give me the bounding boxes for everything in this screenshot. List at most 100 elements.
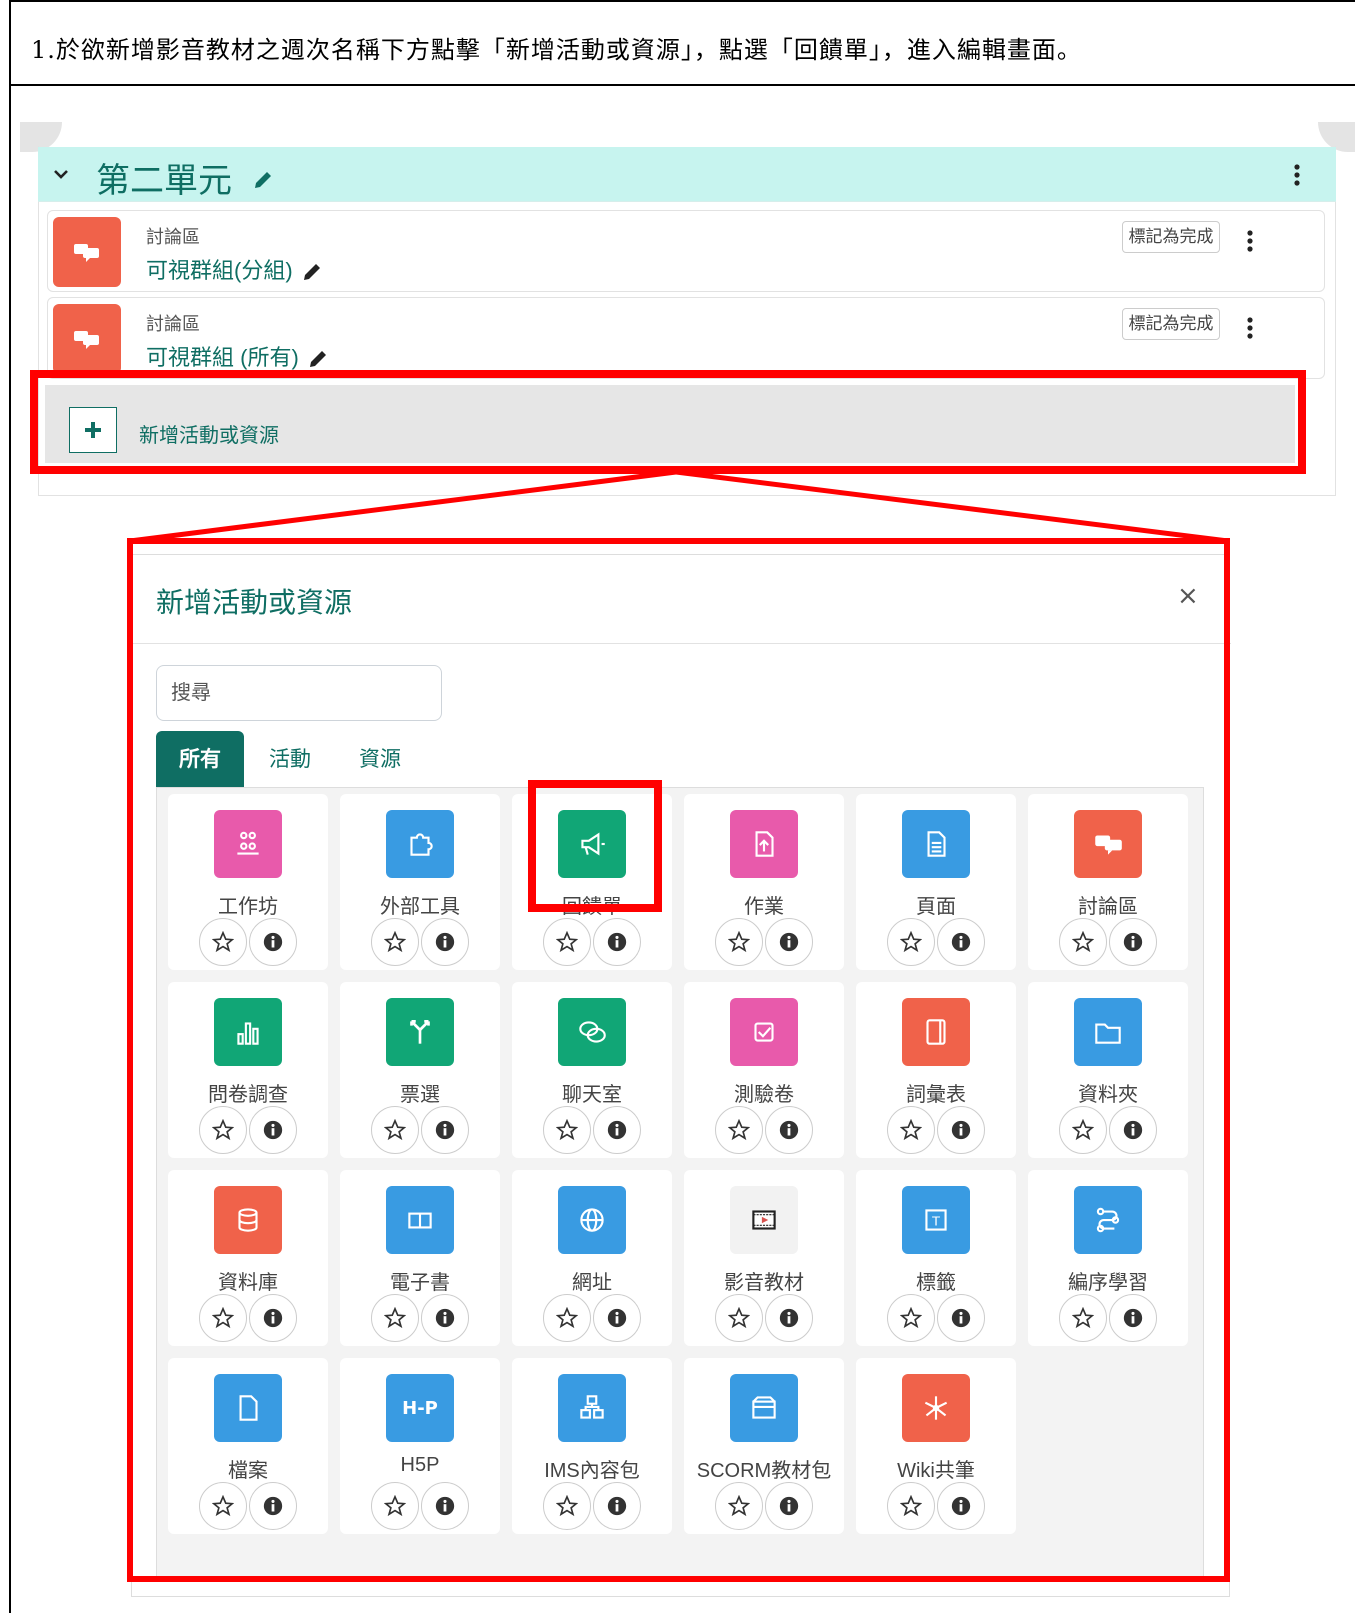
assignment-icon[interactable] [730,810,798,878]
label-icon[interactable]: T [902,1186,970,1254]
wiki-icon[interactable] [902,1374,970,1442]
chooser-item-label[interactable]: Wiki共筆 [856,1454,1016,1483]
info-icon[interactable] [593,918,641,966]
chooser-item-label[interactable]: 電子書 [340,1266,500,1295]
star-icon[interactable] [715,918,763,966]
chooser-item[interactable]: 資料庫 [168,1170,328,1346]
chooser-item-label[interactable]: 詞彙表 [856,1078,1016,1107]
chooser-item[interactable]: T 標籤 [856,1170,1016,1346]
chooser-item[interactable]: 外部工具 [340,794,500,970]
chooser-item[interactable]: 頁面 [856,794,1016,970]
star-icon[interactable] [887,1482,935,1530]
page-icon[interactable] [902,810,970,878]
chooser-item-label[interactable]: 討論區 [1028,890,1188,919]
search-input[interactable] [156,665,442,721]
quiz-icon[interactable] [730,998,798,1066]
info-icon[interactable] [421,918,469,966]
chooser-item-label[interactable]: 工作坊 [168,890,328,919]
chooser-item-label[interactable]: 檔案 [168,1454,328,1483]
star-icon[interactable] [543,1294,591,1342]
star-icon[interactable] [1059,918,1107,966]
star-icon[interactable] [199,1294,247,1342]
tab-all[interactable]: 所有 [156,731,244,789]
star-icon[interactable] [715,1482,763,1530]
chooser-item-label[interactable]: 聊天室 [512,1078,672,1107]
glossary-icon[interactable] [902,998,970,1066]
choice-icon[interactable] [386,998,454,1066]
chooser-item-label[interactable]: 網址 [512,1266,672,1295]
video-icon[interactable] [730,1186,798,1254]
star-icon[interactable] [887,918,935,966]
star-icon[interactable] [371,1106,419,1154]
chooser-item[interactable]: 網址 [512,1170,672,1346]
h5p-icon[interactable]: H-P [386,1374,454,1442]
chooser-item-label[interactable]: 資料夾 [1028,1078,1188,1107]
book-icon[interactable] [386,1186,454,1254]
info-icon[interactable] [765,1294,813,1342]
chooser-item[interactable]: 資料夾 [1028,982,1188,1158]
forum-icon[interactable] [1074,810,1142,878]
chooser-item[interactable]: 檔案 [168,1358,328,1534]
info-icon[interactable] [249,1294,297,1342]
chooser-item-label[interactable]: IMS內容包 [512,1454,672,1483]
star-icon[interactable] [715,1294,763,1342]
star-icon[interactable] [199,1106,247,1154]
star-icon[interactable] [371,918,419,966]
info-icon[interactable] [765,1106,813,1154]
tab-resources[interactable]: 資源 [340,731,420,789]
chooser-item[interactable]: 票選 [340,982,500,1158]
chooser-item[interactable]: 電子書 [340,1170,500,1346]
info-icon[interactable] [421,1482,469,1530]
info-icon[interactable] [249,1106,297,1154]
star-icon[interactable] [371,1482,419,1530]
info-icon[interactable] [1109,918,1157,966]
chooser-item[interactable]: SCORM教材包 [684,1358,844,1534]
star-icon[interactable] [199,918,247,966]
chooser-item[interactable]: 影音教材 [684,1170,844,1346]
chooser-item-label[interactable]: 作業 [684,890,844,919]
info-icon[interactable] [1109,1106,1157,1154]
puzzle-icon[interactable] [386,810,454,878]
info-icon[interactable] [593,1294,641,1342]
scorm-icon[interactable] [730,1374,798,1442]
info-icon[interactable] [249,918,297,966]
chooser-item-label[interactable]: 問卷調查 [168,1078,328,1107]
chooser-item-label[interactable]: 測驗卷 [684,1078,844,1107]
info-icon[interactable] [421,1294,469,1342]
info-icon[interactable] [937,1482,985,1530]
lesson-icon[interactable] [1074,1186,1142,1254]
info-icon[interactable] [937,1294,985,1342]
star-icon[interactable] [543,1106,591,1154]
chooser-item[interactable]: 討論區 [1028,794,1188,970]
chooser-item[interactable]: 編序學習 [1028,1170,1188,1346]
info-icon[interactable] [421,1106,469,1154]
star-icon[interactable] [199,1482,247,1530]
star-icon[interactable] [1059,1294,1107,1342]
chooser-item[interactable]: 聊天室 [512,982,672,1158]
folder-icon[interactable] [1074,998,1142,1066]
star-icon[interactable] [887,1106,935,1154]
star-icon[interactable] [543,1482,591,1530]
info-icon[interactable] [937,1106,985,1154]
info-icon[interactable] [249,1482,297,1530]
chooser-item[interactable]: 測驗卷 [684,982,844,1158]
info-icon[interactable] [765,1482,813,1530]
chooser-item[interactable]: 問卷調查 [168,982,328,1158]
tab-activities[interactable]: 活動 [250,731,330,789]
globe-icon[interactable] [558,1186,626,1254]
chooser-item-label[interactable]: 影音教材 [684,1266,844,1295]
chooser-item-label[interactable]: SCORM教材包 [684,1454,844,1483]
chooser-item[interactable]: H-P H5P [340,1358,500,1534]
chooser-item-label[interactable]: H5P [340,1454,500,1477]
file-icon[interactable] [214,1374,282,1442]
chooser-item-label[interactable]: 外部工具 [340,890,500,919]
info-icon[interactable] [593,1106,641,1154]
chat-icon[interactable] [558,998,626,1066]
star-icon[interactable] [887,1294,935,1342]
chooser-item[interactable]: IMS內容包 [512,1358,672,1534]
chooser-item[interactable]: 詞彙表 [856,982,1016,1158]
chooser-item-label[interactable]: 票選 [340,1078,500,1107]
star-icon[interactable] [371,1294,419,1342]
star-icon[interactable] [1059,1106,1107,1154]
chooser-item-label[interactable]: 標籤 [856,1266,1016,1295]
